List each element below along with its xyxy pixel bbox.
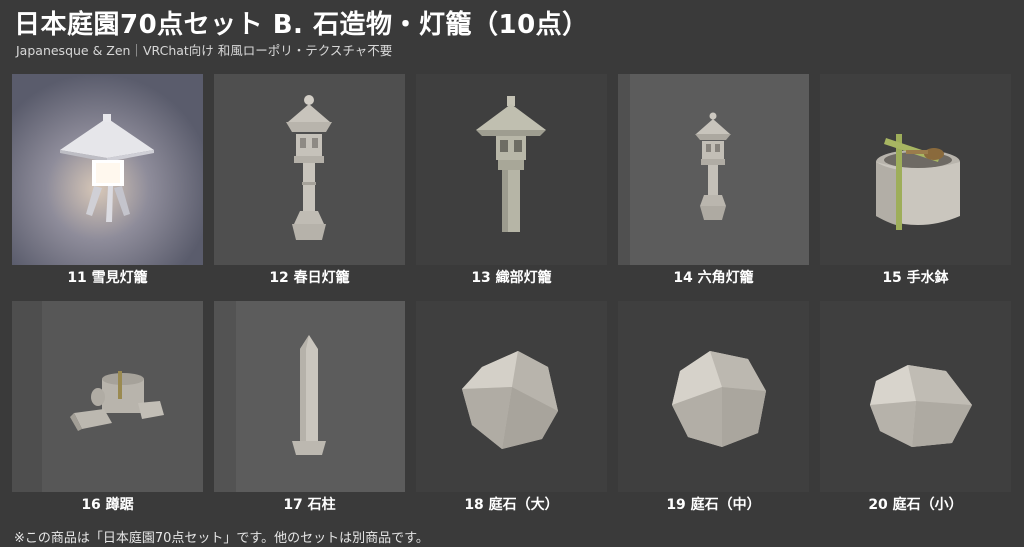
product-tile-hexagonal[interactable] xyxy=(618,74,809,265)
oribe-lantern-icon xyxy=(416,74,607,265)
page-subtitle: Japanesque & Zen｜VRChat向け 和風ローポリ・テクスチャ不要 xyxy=(16,43,393,58)
caption-water-basin: 15 手水鉢 xyxy=(882,270,949,286)
caption-medium-rock: 19 庭石（中） xyxy=(666,497,761,513)
water-basin-icon xyxy=(820,74,1011,265)
caption-small-rock: 20 庭石（小） xyxy=(868,497,963,513)
hexagonal-lantern-icon xyxy=(618,74,809,265)
product-tile-kasuga[interactable] xyxy=(214,74,405,265)
caption-oribe: 13 織部灯籠 xyxy=(471,270,552,286)
product-tile-large-rock[interactable] xyxy=(416,301,607,492)
medium-rock-icon xyxy=(618,301,809,492)
caption-large-rock: 18 庭石（大） xyxy=(464,497,559,513)
page-title: 日本庭園70点セット B. 石造物・灯籠（10点） xyxy=(14,10,589,40)
product-tile-tsukubai[interactable] xyxy=(12,301,203,492)
product-tile-oribe[interactable] xyxy=(416,74,607,265)
tsukubai-icon xyxy=(12,301,203,492)
stone-pillar-icon xyxy=(214,301,405,492)
product-tile-water-basin[interactable] xyxy=(820,74,1011,265)
product-tile-small-rock[interactable] xyxy=(820,301,1011,492)
caption-hexagonal: 14 六角灯籠 xyxy=(673,270,754,286)
small-rock-icon xyxy=(820,301,1011,492)
product-tile-medium-rock[interactable] xyxy=(618,301,809,492)
yukimi-lantern-icon xyxy=(12,74,203,265)
product-tile-yukimi[interactable] xyxy=(12,74,203,265)
product-tile-stone-pillar[interactable] xyxy=(214,301,405,492)
caption-stone-pillar: 17 石柱 xyxy=(283,497,336,513)
caption-kasuga: 12 春日灯籠 xyxy=(269,270,350,286)
caption-yukimi: 11 雪見灯籠 xyxy=(67,270,148,286)
caption-tsukubai: 16 蹲踞 xyxy=(81,497,134,513)
large-rock-icon xyxy=(416,301,607,492)
kasuga-lantern-icon xyxy=(214,74,405,265)
footer-note: ※この商品は「日本庭園70点セット」です。他のセットは別商品です。 xyxy=(14,531,429,546)
